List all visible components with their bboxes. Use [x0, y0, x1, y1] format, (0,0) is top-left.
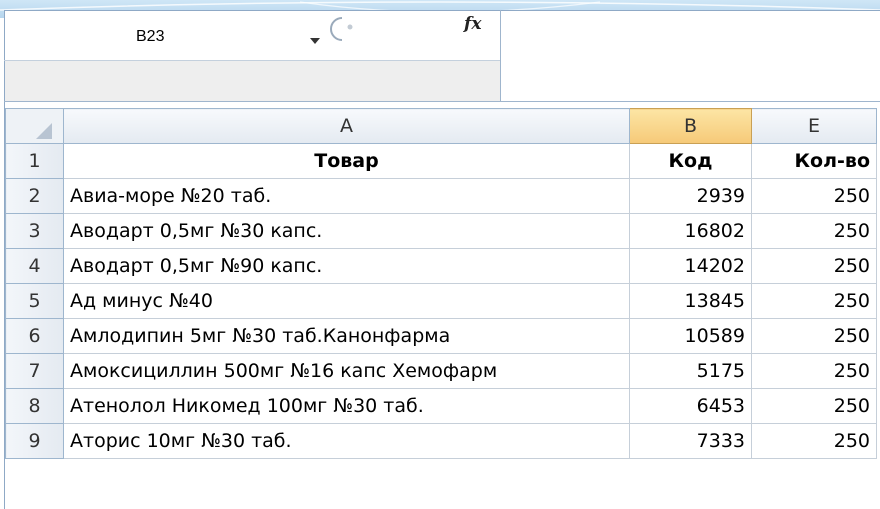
cell-e[interactable]: 250 — [751, 248, 877, 284]
column-header-a[interactable]: A — [63, 108, 630, 144]
cell-a[interactable]: Аводарт 0,5мг №90 капс. — [63, 248, 630, 284]
name-box-value[interactable]: B23 — [136, 28, 164, 46]
divider — [4, 101, 880, 102]
table-row: 9 Аторис 10мг №30 таб. 7333 250 — [5, 423, 877, 459]
table-row: 6 Амлодипин 5мг №30 таб.Канонфарма 10589 25… — [5, 318, 877, 354]
cell-b[interactable]: Код — [629, 143, 752, 179]
table-row: 3 Аводарт 0,5мг №30 капс. 16802 250 — [5, 213, 877, 249]
cell-e[interactable]: 250 — [751, 213, 877, 249]
row-header[interactable]: 3 — [5, 213, 64, 249]
table-row: 7 Амоксициллин 500мг №16 капс Хемофарм 517… — [5, 353, 877, 389]
cell-b[interactable]: 2939 — [629, 178, 752, 214]
formula-bar-grip-icon[interactable] — [328, 14, 358, 44]
table-row: 1 Товар Код Кол-во — [5, 143, 877, 179]
row-header[interactable]: 1 — [5, 143, 64, 179]
table-row: 5 Ад минус №40 13845 250 — [5, 283, 877, 319]
column-header-e[interactable]: E — [751, 108, 877, 144]
cell-b[interactable]: 14202 — [629, 248, 752, 284]
cell-a[interactable]: Авиа-море №20 таб. — [63, 178, 630, 214]
cell-a[interactable]: Амоксициллин 500мг №16 капс Хемофарм — [63, 353, 630, 389]
table-row: 8 Атенолол Никомед 100мг №30 таб. 6453 250 — [5, 388, 877, 424]
cell-a[interactable]: Аторис 10мг №30 таб. — [63, 423, 630, 459]
cell-e[interactable]: 250 — [751, 423, 877, 459]
divider — [4, 60, 500, 61]
row-header[interactable]: 7 — [5, 353, 64, 389]
cell-e[interactable]: Кол-во — [751, 143, 877, 179]
cell-e[interactable]: 250 — [751, 388, 877, 424]
row-header[interactable]: 6 — [5, 318, 64, 354]
cell-b[interactable]: 6453 — [629, 388, 752, 424]
row-header[interactable]: 2 — [5, 178, 64, 214]
cell-e[interactable]: 250 — [751, 353, 877, 389]
cell-b[interactable]: 13845 — [629, 283, 752, 319]
cell-e[interactable]: 250 — [751, 283, 877, 319]
row-header[interactable]: 8 — [5, 388, 64, 424]
cell-a[interactable]: Амлодипин 5мг №30 таб.Канонфарма — [63, 318, 630, 354]
formula-bar-gray-area — [5, 61, 500, 101]
chevron-down-icon[interactable] — [310, 38, 320, 44]
divider — [500, 10, 501, 102]
cell-b[interactable]: 16802 — [629, 213, 752, 249]
cell-a[interactable]: Атенолол Никомед 100мг №30 таб. — [63, 388, 630, 424]
cell-a[interactable]: Аводарт 0,5мг №30 капс. — [63, 213, 630, 249]
cell-a[interactable]: Товар — [63, 143, 630, 179]
cell-b[interactable]: 5175 — [629, 353, 752, 389]
cell-b[interactable]: 10589 — [629, 318, 752, 354]
row-header[interactable]: 9 — [5, 423, 64, 459]
table-row: 4 Аводарт 0,5мг №90 капс. 14202 250 — [5, 248, 877, 284]
cell-b[interactable]: 7333 — [629, 423, 752, 459]
function-icon[interactable]: fx — [464, 14, 481, 34]
row-header[interactable]: 4 — [5, 248, 64, 284]
name-box[interactable]: B23 — [6, 16, 326, 56]
column-header-b[interactable]: B — [629, 108, 752, 144]
cell-e[interactable]: 250 — [751, 178, 877, 214]
cell-e[interactable]: 250 — [751, 318, 877, 354]
row-header[interactable]: 5 — [5, 283, 64, 319]
formula-input[interactable] — [501, 11, 880, 101]
column-header-row: A B E — [5, 108, 877, 144]
cell-a[interactable]: Ад минус №40 — [63, 283, 630, 319]
select-all-corner[interactable] — [5, 108, 64, 144]
table-row: 2 Авиа-море №20 таб. 2939 250 — [5, 178, 877, 214]
spreadsheet-grid: A B E 1 Товар Код Кол-во 2 Авиа-море №20 таб.… — [5, 108, 877, 459]
